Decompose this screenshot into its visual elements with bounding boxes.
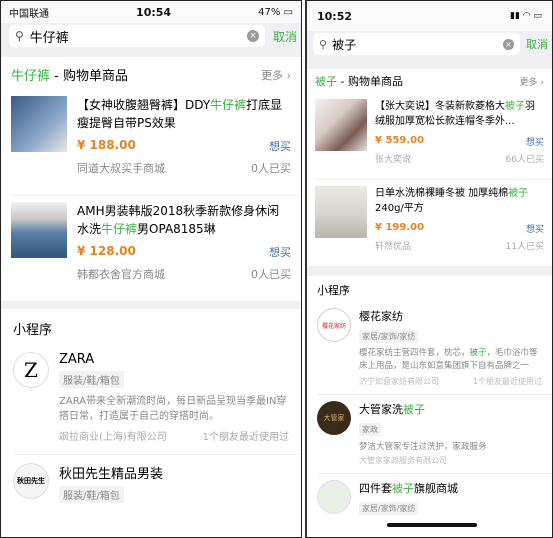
bedding-logo bbox=[317, 480, 351, 514]
mini-program-item[interactable]: 大管家 大管家洗被子 家政 梦洁大管家专注过洗护，家政服务 大管家家政服务有限公… bbox=[307, 395, 552, 473]
friends-used: 1个朋友最近使用过 bbox=[202, 432, 289, 443]
category-tag: 服装/鞋/箱包 bbox=[59, 486, 124, 503]
want-button[interactable]: 想买 bbox=[269, 244, 291, 260]
product-item[interactable]: 【女神收腹翘臀裤】DDY牛仔裤打底显瘦提臀自带PS效果 ¥ 188.00 想买 … bbox=[1, 90, 301, 195]
mini-program-name: 秋田先生精品男装 bbox=[59, 467, 164, 482]
clock: 10:54 bbox=[136, 5, 172, 19]
category-tag: 家居/家饰/家纺 bbox=[359, 330, 419, 343]
product-title: 【女神收腹翘臀裤】DDY牛仔裤打底显瘦提臀自带PS效果 bbox=[77, 98, 283, 130]
right-phone-screen: 10:52 ▮▮ ◠ ▭ ⚲ 被子 × 取消 被子 - 购物单商品 更多 › 【… bbox=[305, 0, 553, 538]
product-item[interactable]: AMH男装韩版2018秋季新款修身休闲水洗牛仔裤男OPA8185琳 ¥ 128.… bbox=[1, 196, 301, 301]
product-price: ¥ 199.00 bbox=[375, 222, 425, 233]
category-tag: 家居/家饰/家纺 bbox=[359, 502, 419, 515]
product-image bbox=[315, 99, 367, 151]
product-item[interactable]: 日单水洗棉裸睡冬被 加厚纯棉被子240g/平方 ¥ 199.00 想买 轩然优品… bbox=[307, 180, 552, 266]
product-price: ¥ 188.00 bbox=[77, 138, 136, 152]
buyer-count: 66人已买 bbox=[505, 155, 544, 165]
butler-logo: 大管家 bbox=[317, 401, 351, 435]
company-name: 大管家家政服务有限公司 bbox=[359, 456, 447, 465]
mini-program-item[interactable]: 樱花家纺 樱花家纺 家居/家饰/家纺 樱花家纺主营四件套，枕芯，被子，毛巾浴巾等… bbox=[307, 302, 552, 394]
product-image bbox=[11, 96, 67, 152]
section-header: 牛仔裤 - 购物单商品 更多 › bbox=[1, 57, 301, 90]
clear-icon[interactable]: × bbox=[503, 38, 514, 50]
product-image bbox=[315, 186, 367, 238]
mini-program-name: 大管家洗被子 bbox=[359, 403, 425, 416]
search-box[interactable]: ⚲ 牛仔裤 × bbox=[9, 25, 265, 47]
more-link[interactable]: 更多 › bbox=[261, 67, 291, 83]
mini-programs-header: 小程序 bbox=[317, 284, 350, 297]
category-tag: 家政 bbox=[359, 423, 381, 436]
product-item[interactable]: 【张大奕说】冬装新款菱格大被子羽绒服加厚宽松长款连帽冬季外... ¥ 559.0… bbox=[307, 95, 552, 179]
cancel-button[interactable]: 取消 bbox=[273, 28, 297, 45]
mini-program-item[interactable]: Z ZARA 服装/鞋/箱包 ZARA带来全新潮流时尚，每日新品呈现当季最IN穿… bbox=[1, 344, 301, 454]
shop-name: 轩然优品 bbox=[375, 242, 412, 252]
buyer-count: 0人已买 bbox=[251, 268, 291, 281]
want-button[interactable]: 想买 bbox=[269, 138, 291, 154]
shop-name: 韩都衣舍官方商城 bbox=[77, 268, 165, 281]
product-title: AMH男装韩版2018秋季新款修身休闲水洗牛仔裤男OPA8185琳 bbox=[77, 204, 280, 236]
status-bar: 中国联通 10:54 47% ▭ bbox=[1, 1, 301, 23]
buyer-count: 0人已买 bbox=[251, 162, 291, 175]
sakura-logo: 樱花家纺 bbox=[317, 308, 351, 342]
mini-programs-header: 小程序 bbox=[13, 323, 53, 338]
product-image bbox=[11, 202, 67, 258]
product-price: ¥ 559.00 bbox=[375, 135, 425, 146]
category-tag: 服装/鞋/箱包 bbox=[59, 371, 124, 388]
friends-used: 1个朋友最近使用过 bbox=[472, 377, 542, 386]
home-indicator[interactable] bbox=[387, 523, 477, 527]
qiutian-logo: 秋田先生 bbox=[13, 463, 49, 499]
buyer-count: 11人已买 bbox=[505, 242, 544, 252]
search-bar: ⚲ 牛仔裤 × 取消 bbox=[1, 23, 301, 49]
want-button[interactable]: 想买 bbox=[526, 222, 544, 235]
status-bar: 10:52 ▮▮ ◠ ▭ bbox=[307, 1, 552, 31]
search-input[interactable]: 被子 bbox=[332, 36, 503, 53]
mini-program-desc: ZARA带来全新潮流时尚，每日新品呈现当季最IN穿搭日常，打造属于自己的穿搭时尚… bbox=[59, 396, 287, 422]
section-title: 被子 - 购物单商品 bbox=[315, 75, 403, 88]
section-header: 被子 - 购物单商品 更多 › bbox=[307, 69, 552, 95]
mini-program-item[interactable]: 秋田先生 秋田先生精品男装 服装/鞋/箱包 bbox=[1, 455, 301, 511]
search-icon: ⚲ bbox=[15, 29, 24, 43]
shop-name: 同道大叔买手商城 bbox=[77, 162, 165, 175]
cancel-button[interactable]: 取消 bbox=[526, 36, 548, 52]
section-title: 牛仔裤 - 购物单商品 bbox=[11, 69, 128, 84]
carrier-label: 中国联通 bbox=[9, 8, 49, 20]
search-bar: ⚲ 被子 × 取消 bbox=[307, 31, 552, 57]
battery-label: 47% ▭ bbox=[258, 6, 293, 18]
clear-icon[interactable]: × bbox=[246, 30, 259, 42]
shop-name: 张大奕说 bbox=[375, 155, 412, 165]
zara-logo: Z bbox=[13, 352, 49, 388]
more-link[interactable]: 更多 › bbox=[520, 75, 544, 88]
want-button[interactable]: 想买 bbox=[526, 135, 544, 148]
product-title: 【张大奕说】冬装新款菱格大被子羽绒服加厚宽松长款连帽冬季外... bbox=[375, 101, 535, 127]
search-icon: ⚲ bbox=[319, 37, 328, 51]
mini-program-desc: 樱花家纺主营四件套，枕芯，被子，毛巾浴巾等床上用品，是山东如意集团旗下自有品牌之… bbox=[359, 348, 538, 371]
company-name: 济宁如意家纺有限公司 bbox=[359, 377, 439, 386]
mini-program-name: ZARA bbox=[59, 352, 95, 367]
status-icons: ▮▮ ◠ ▭ bbox=[510, 11, 542, 21]
product-title: 日单水洗棉裸睡冬被 加厚纯棉被子240g/平方 bbox=[375, 188, 529, 214]
mini-program-name: 四件套被子旗舰商城 bbox=[359, 482, 458, 495]
mini-program-item[interactable]: 四件套被子旗舰商城 家居/家饰/家纺 bbox=[307, 474, 552, 521]
product-price: ¥ 128.00 bbox=[77, 244, 136, 258]
mini-program-name: 樱花家纺 bbox=[359, 310, 403, 323]
company-name: 飒拉商业(上海)有限公司 bbox=[59, 432, 167, 443]
search-box[interactable]: ⚲ 被子 × bbox=[313, 33, 520, 55]
clock: 10:52 bbox=[317, 9, 353, 23]
mini-program-desc: 梦洁大管家专注过洗护，家政服务 bbox=[359, 442, 487, 452]
left-phone-screen: 中国联通 10:54 47% ▭ ⚲ 牛仔裤 × 取消 牛仔裤 - 购物单商品 … bbox=[0, 0, 302, 538]
search-input[interactable]: 牛仔裤 bbox=[30, 27, 247, 46]
